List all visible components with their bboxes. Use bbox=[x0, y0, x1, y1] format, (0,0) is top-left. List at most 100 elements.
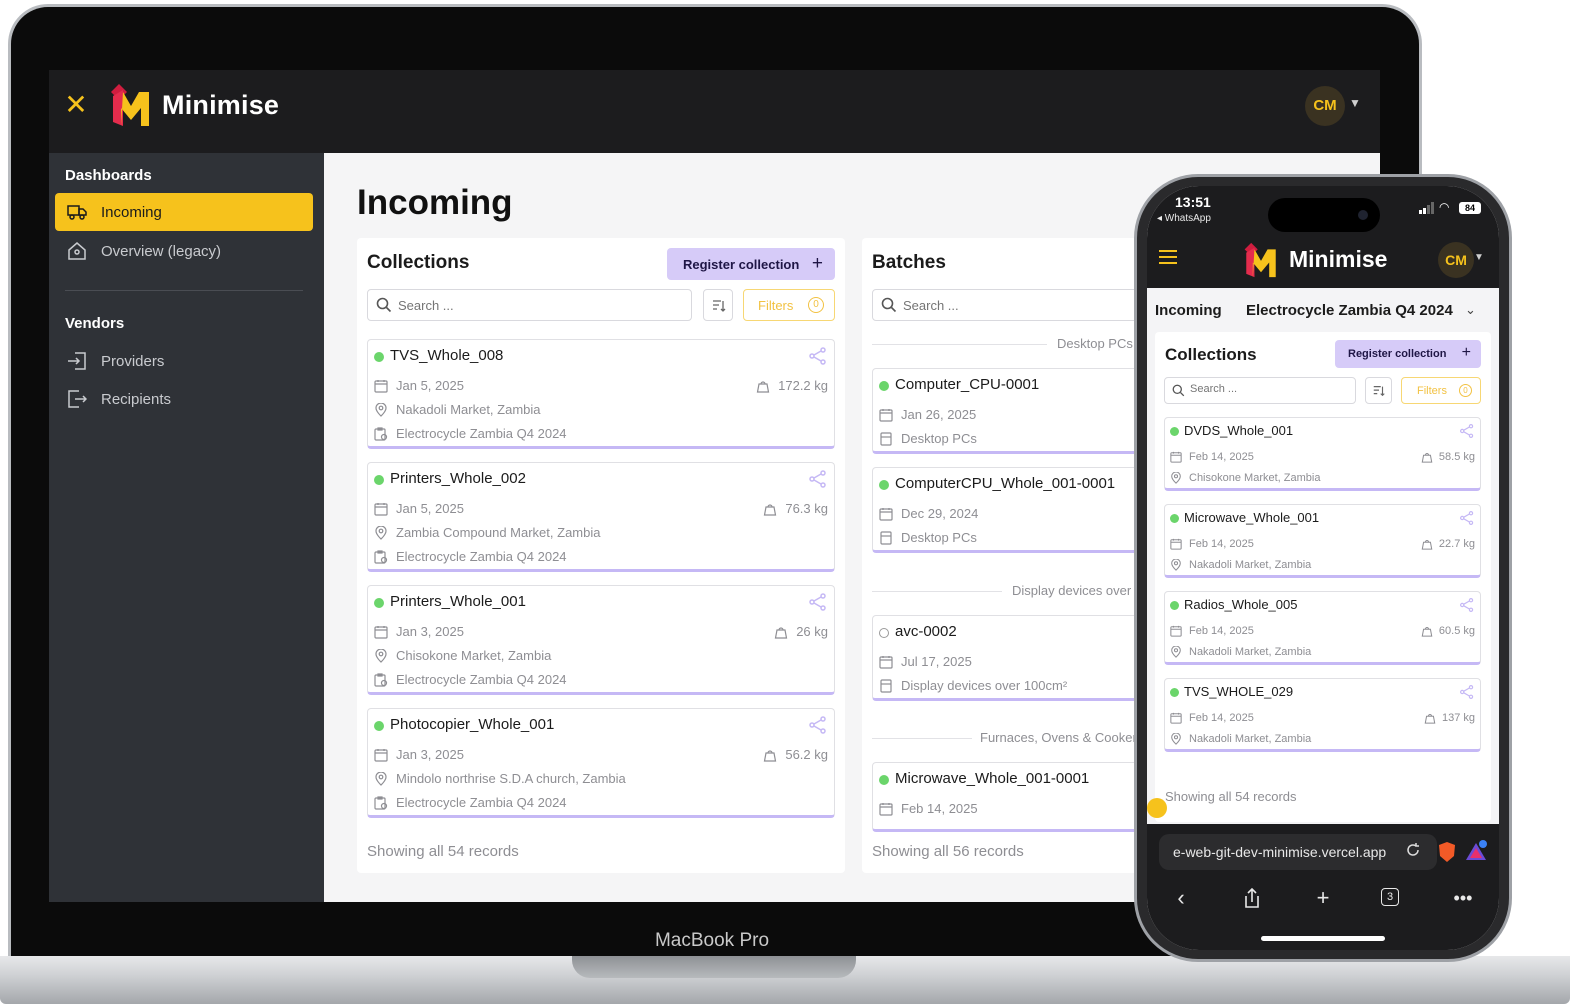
status-time: 13:51 bbox=[1175, 194, 1211, 210]
close-icon[interactable]: ✕ bbox=[63, 91, 89, 119]
filters-button[interactable]: Filters 0 bbox=[743, 289, 835, 321]
location-pin-icon bbox=[1171, 733, 1181, 745]
sort-icon bbox=[1373, 386, 1385, 397]
weight-icon bbox=[764, 504, 777, 516]
mobile-top-bar: Minimise CM ▼ bbox=[1147, 232, 1499, 288]
menu-icon[interactable] bbox=[1159, 249, 1177, 265]
batch-group-divider bbox=[872, 738, 972, 739]
batch-card[interactable]: Computer_CPU-0001 Jan 26, 2025 Desktop PCs bbox=[872, 368, 1162, 454]
weight-icon bbox=[1421, 540, 1433, 550]
avatar[interactable]: CM bbox=[1438, 242, 1474, 278]
avatar[interactable]: CM bbox=[1305, 86, 1345, 126]
filters-button[interactable]: Filters 0 bbox=[1401, 377, 1481, 404]
batch-group-divider bbox=[872, 344, 1047, 345]
sort-button[interactable] bbox=[703, 289, 733, 321]
collection-card[interactable]: TVS_Whole_008 Jan 5, 2025 172.2 kg Nakadoli… bbox=[367, 339, 835, 449]
share-icon[interactable] bbox=[808, 592, 828, 612]
share-icon[interactable] bbox=[1459, 684, 1475, 700]
minimise-logo bbox=[111, 84, 149, 126]
card-title: TVS_Whole_008 bbox=[390, 347, 504, 364]
location-pin-icon bbox=[1171, 646, 1181, 658]
batch-group-label: Desktop PCs bbox=[1057, 336, 1133, 351]
wifi-icon: ◠ bbox=[1439, 200, 1450, 214]
search-field[interactable] bbox=[367, 289, 692, 321]
batches-panel: Batches Desktop PCs Computer_CPU-0001 Jan … bbox=[862, 238, 1162, 873]
chat-bubble-icon[interactable] bbox=[1147, 798, 1167, 818]
chevron-down-icon[interactable]: ▼ bbox=[1474, 252, 1484, 263]
location-pin-icon bbox=[1171, 559, 1181, 571]
sidebar-item-recipients[interactable]: Recipients bbox=[55, 380, 313, 418]
batch-clipboard-icon bbox=[374, 796, 388, 810]
tabs-button[interactable]: 3 bbox=[1381, 888, 1399, 906]
share-icon[interactable] bbox=[1459, 423, 1475, 439]
collection-card[interactable]: TVS_WHOLE_029 Feb 14, 2025 137 kg Nakadoli … bbox=[1164, 678, 1481, 752]
back-icon[interactable]: ‹ bbox=[1169, 886, 1193, 910]
collection-card[interactable]: Radios_Whole_005 Feb 14, 2025 60.5 kg Nakad… bbox=[1164, 591, 1481, 665]
search-field[interactable] bbox=[1164, 377, 1356, 404]
share-icon[interactable] bbox=[808, 715, 828, 735]
register-collection-button[interactable]: Register collection + bbox=[667, 248, 835, 280]
calendar-icon bbox=[1170, 451, 1182, 463]
status-dot bbox=[879, 480, 889, 490]
card-category: Display devices over 100cm² bbox=[879, 678, 1067, 696]
card-location: Chisokone Market, Zambia bbox=[1170, 472, 1320, 484]
share-icon[interactable] bbox=[1240, 886, 1264, 910]
back-to-app-link[interactable]: ◂ WhatsApp bbox=[1157, 213, 1211, 224]
card-date: Dec 29, 2024 bbox=[879, 506, 978, 524]
more-icon[interactable]: ••• bbox=[1451, 886, 1475, 910]
collection-card[interactable]: Microwave_Whole_001 Feb 14, 2025 22.7 kg Na… bbox=[1164, 504, 1481, 578]
card-title: Printers_Whole_001 bbox=[390, 593, 526, 610]
laptop-base-notch bbox=[572, 956, 856, 978]
search-input[interactable] bbox=[1190, 383, 1340, 395]
sort-button[interactable] bbox=[1365, 377, 1392, 404]
batch-card[interactable]: avc-0002 Jul 17, 2025 Display devices over… bbox=[872, 615, 1162, 701]
mobile-collections-panel: Collections Register collection + Filter… bbox=[1155, 332, 1491, 822]
url-bar[interactable]: e-web-git-dev-minimise.vercel.app bbox=[1159, 834, 1437, 870]
calendar-icon bbox=[879, 409, 893, 422]
collection-card[interactable]: Printers_Whole_001 Jan 3, 2025 26 kg Chisok… bbox=[367, 585, 835, 695]
calendar-icon bbox=[1170, 625, 1182, 637]
status-dot bbox=[879, 775, 889, 785]
location-pin-icon bbox=[375, 403, 387, 417]
reload-icon[interactable] bbox=[1405, 842, 1421, 858]
sidebar-item-label: Providers bbox=[101, 352, 165, 370]
card-location: Nakadoli Market, Zambia bbox=[1170, 733, 1311, 745]
sidebar-item-overview[interactable]: Overview (legacy) bbox=[55, 232, 313, 270]
sidebar-item-providers[interactable]: Providers bbox=[55, 342, 313, 380]
sidebar-heading-dashboards: Dashboards bbox=[65, 167, 152, 184]
share-icon[interactable] bbox=[1459, 510, 1475, 526]
weight-icon bbox=[1421, 453, 1433, 463]
search-input[interactable] bbox=[903, 295, 1103, 315]
batches-search-field[interactable] bbox=[872, 289, 1162, 321]
brand-name: Minimise bbox=[162, 90, 280, 120]
sidebar-item-incoming[interactable]: Incoming bbox=[55, 193, 313, 231]
card-weight: 56.2 kg bbox=[763, 747, 828, 762]
chevron-down-icon[interactable]: ▼ bbox=[1349, 96, 1361, 110]
collection-card[interactable]: Photocopier_Whole_001 Jan 3, 2025 56.2 kg M… bbox=[367, 708, 835, 818]
search-icon bbox=[1172, 384, 1185, 397]
batch-selector[interactable]: Electrocycle Zambia Q4 2024 bbox=[1246, 302, 1453, 319]
minimise-logo bbox=[1244, 242, 1276, 278]
card-title: TVS_WHOLE_029 bbox=[1184, 684, 1294, 699]
batches-footer: Showing all 56 records bbox=[872, 843, 1024, 860]
search-input[interactable] bbox=[398, 295, 598, 315]
breadcrumb-page: Incoming bbox=[1155, 302, 1222, 319]
register-collection-button[interactable]: Register collection + bbox=[1335, 340, 1481, 368]
weight-icon bbox=[1424, 714, 1436, 724]
category-icon bbox=[880, 531, 892, 545]
weight-icon bbox=[764, 750, 777, 762]
rewards-icon[interactable] bbox=[1465, 840, 1487, 862]
share-icon[interactable] bbox=[808, 346, 828, 366]
batch-card[interactable]: ComputerCPU_Whole_001-0001 Dec 29, 2024 De… bbox=[872, 467, 1162, 553]
card-date: Feb 14, 2025 bbox=[1170, 712, 1254, 724]
card-batch: Electrocycle Zambia Q4 2024 bbox=[374, 549, 567, 567]
share-icon[interactable] bbox=[808, 469, 828, 489]
share-icon[interactable] bbox=[1459, 597, 1475, 613]
brave-shield-icon[interactable] bbox=[1437, 841, 1457, 863]
location-pin-icon bbox=[375, 772, 387, 786]
collection-card[interactable]: Printers_Whole_002 Jan 5, 2025 76.3 kg Zamb… bbox=[367, 462, 835, 572]
collection-card[interactable]: DVDS_Whole_001 Feb 14, 2025 58.5 kg Chisoko… bbox=[1164, 417, 1481, 491]
batch-card[interactable]: Microwave_Whole_001-0001 Feb 14, 2025 bbox=[872, 762, 1162, 832]
chevron-down-icon[interactable]: ⌄ bbox=[1465, 302, 1476, 318]
new-tab-icon[interactable]: + bbox=[1311, 886, 1335, 910]
